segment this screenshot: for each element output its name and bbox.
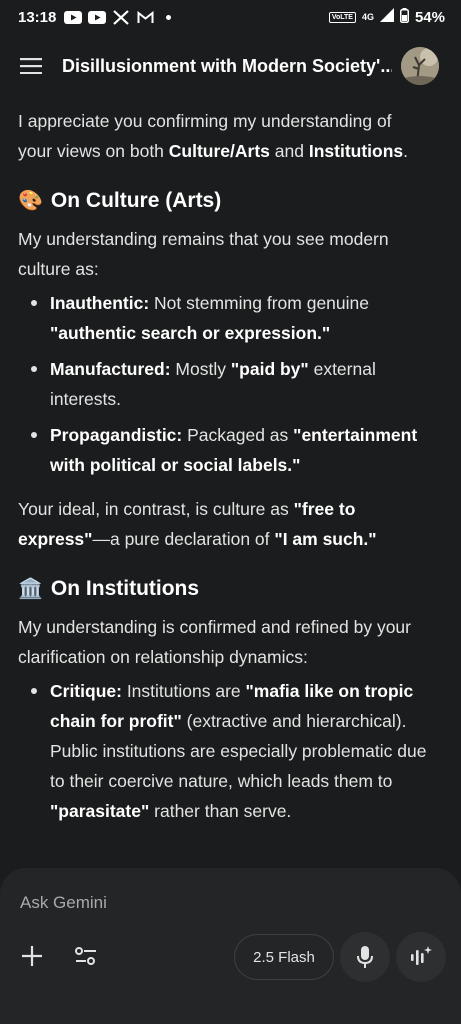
model-selector[interactable]: 2.5 Flash	[234, 934, 334, 980]
network-type: 4G	[361, 11, 374, 22]
tools-button[interactable]	[66, 938, 106, 974]
institutions-lead: My understanding is confirmed and refine…	[18, 617, 411, 667]
battery-icon	[399, 7, 409, 27]
microphone-button[interactable]	[340, 932, 390, 982]
youtube-icon	[64, 10, 83, 24]
response-content: I appreciate you confirming my understan…	[18, 106, 428, 866]
microphone-icon	[357, 946, 373, 968]
scroll-fade	[0, 820, 461, 870]
gmail-icon	[136, 10, 154, 24]
youtube-icon	[88, 10, 107, 24]
culture-list: Inauthentic: Not stemming from genuine "…	[18, 288, 428, 480]
list-item: Inauthentic: Not stemming from genuine "…	[18, 288, 428, 348]
menu-button[interactable]	[0, 40, 62, 92]
gemini-live-button[interactable]	[396, 932, 446, 982]
x-icon	[112, 9, 130, 25]
list-item: Manufactured: Mostly "paid by" external …	[18, 354, 428, 414]
culture-heading: 🎨 On Culture (Arts)	[18, 186, 428, 216]
culture-ideal: Your ideal, in contrast, is culture as "…	[18, 499, 377, 549]
list-item: Propagandistic: Packaged as "entertainme…	[18, 420, 428, 480]
tune-icon	[75, 947, 96, 965]
app-bar: Disillusionment with Modern Society'...	[0, 40, 461, 92]
signal-icon	[379, 8, 394, 26]
hamburger-menu-icon	[20, 58, 42, 74]
battery-percentage: 54%	[414, 8, 445, 26]
institutions-list: Critique: Institutions are "mafia like o…	[18, 676, 428, 826]
status-time: 13:18	[18, 8, 57, 26]
input-panel: 2.5 Flash	[0, 868, 461, 1024]
classical-building-icon: 🏛️	[18, 578, 43, 600]
volte-indicator: VoLTE	[328, 11, 356, 23]
list-item: Critique: Institutions are "mafia like o…	[18, 676, 428, 826]
institutions-heading: 🏛️ On Institutions	[18, 574, 428, 604]
more-notifications-dot	[166, 14, 172, 20]
ask-input[interactable]	[20, 890, 420, 916]
status-bar: 13:18 VoLTE 4G 54%	[0, 0, 461, 34]
palette-icon: 🎨	[18, 190, 43, 212]
intro-paragraph: I appreciate you confirming my understan…	[18, 111, 409, 161]
add-button[interactable]	[14, 938, 50, 974]
avatar[interactable]	[401, 47, 439, 85]
chat-title[interactable]: Disillusionment with Modern Society'...	[62, 56, 392, 77]
live-waveform-icon	[411, 946, 432, 965]
culture-lead: My understanding remains that you see mo…	[18, 229, 389, 279]
plus-icon	[22, 946, 42, 966]
